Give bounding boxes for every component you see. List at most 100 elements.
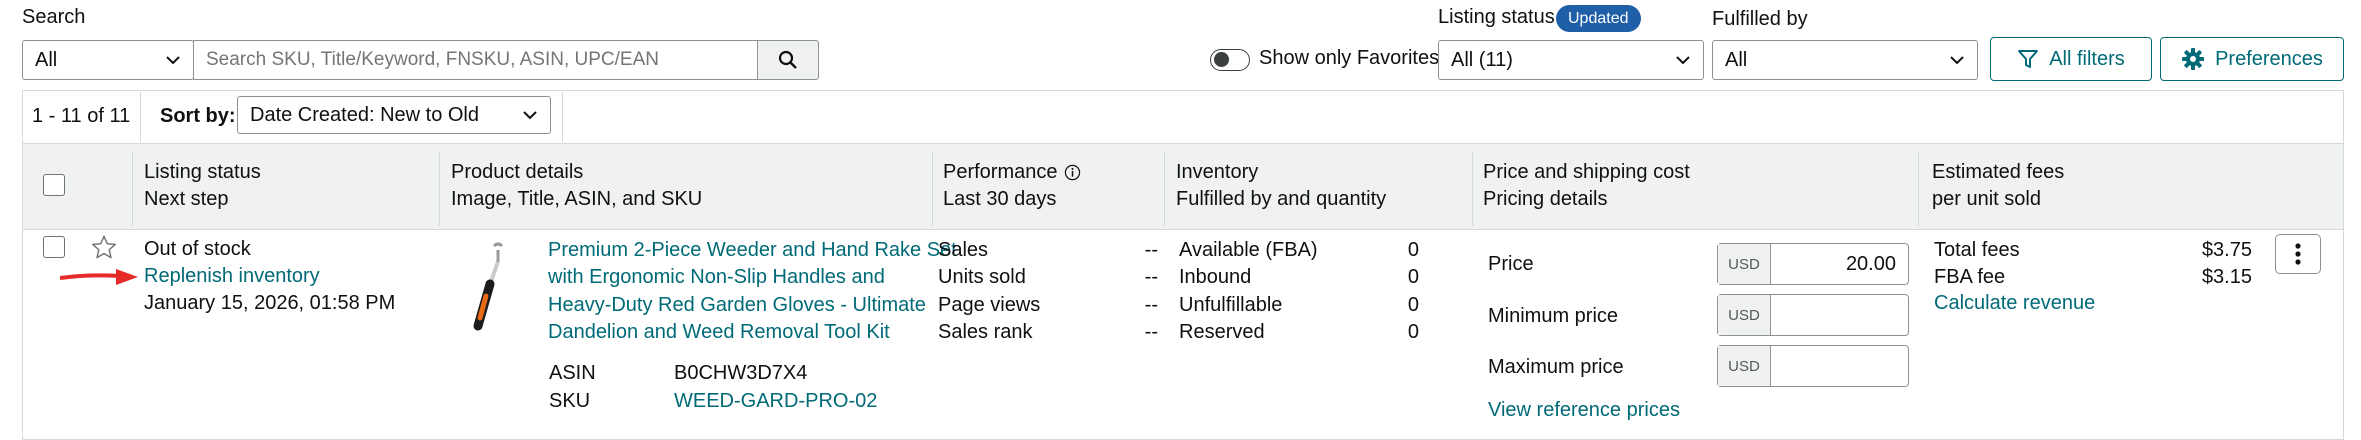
sort-label: Sort by: <box>160 105 236 127</box>
calculate-revenue-link[interactable]: Calculate revenue <box>1934 292 2095 315</box>
title-line: Dandelion and Weed Removal Tool Kit <box>548 320 890 343</box>
asin-label: ASIN <box>549 362 596 384</box>
inventory-value: 0 <box>1407 320 1419 343</box>
star-icon[interactable] <box>90 234 118 261</box>
filter-icon <box>2018 50 2039 68</box>
all-filters-label: All filters <box>2049 47 2125 70</box>
metric-label: Sales <box>938 239 989 261</box>
red-arrow-icon <box>60 269 138 285</box>
col-estimated-fees[interactable]: Estimated fees per unit sold <box>1932 159 2064 213</box>
all-filters-button[interactable]: All filters <box>1990 37 2152 81</box>
inventory-label: Inbound <box>1179 266 1252 289</box>
metric-label: Sales rank <box>938 320 1033 343</box>
col-title: Product details <box>451 161 584 183</box>
max-price-input[interactable]: USD <box>1717 345 1909 387</box>
row-date: January 15, 2026, 01:58 PM <box>144 292 396 314</box>
sort-select[interactable]: Date Created: New to Old <box>237 96 551 134</box>
metric-value: -- <box>1144 320 1158 343</box>
search-button[interactable] <box>757 40 819 80</box>
fulfilled-by-select[interactable]: All <box>1712 40 1978 80</box>
inventory-label: Unfulfillable <box>1179 293 1283 316</box>
fee-value: $3.75 <box>2201 239 2252 261</box>
row-checkbox[interactable] <box>43 236 65 258</box>
title-line: with Ergonomic Non-Slip Handles and <box>548 266 885 289</box>
sku-link[interactable]: WEED-GARD-PRO-02 <box>674 390 877 413</box>
inventory-value: 0 <box>1407 293 1419 316</box>
product-image[interactable] <box>468 240 512 336</box>
col-title: Inventory <box>1176 161 1259 183</box>
divider <box>932 152 933 226</box>
divider <box>439 152 440 226</box>
favorites-toggle[interactable] <box>1210 49 1250 71</box>
search-scope-value: All <box>35 48 58 71</box>
results-count: 1 - 11 of 11 <box>32 105 131 127</box>
fee-label: Total fees <box>1934 239 2020 261</box>
min-price-value <box>1771 295 1908 335</box>
col-subtitle: Pricing details <box>1483 188 1608 210</box>
metric-label: Page views <box>938 293 1041 316</box>
divider <box>140 92 141 142</box>
col-title: Price and shipping cost <box>1483 161 1690 183</box>
col-product-details[interactable]: Product details Image, Title, ASIN, and … <box>451 159 702 213</box>
divider <box>1918 152 1919 226</box>
min-price-input[interactable]: USD <box>1717 294 1909 336</box>
col-inventory[interactable]: Inventory Fulfilled by and quantity <box>1176 159 1386 213</box>
metric-value: -- <box>1144 266 1158 289</box>
fee-label: FBA fee <box>1934 266 2006 289</box>
chevron-down-icon <box>166 56 180 65</box>
search-label: Search <box>22 6 86 28</box>
col-title: Performance <box>943 161 1058 183</box>
metric-label: Units sold <box>938 266 1026 289</box>
divider <box>562 92 563 142</box>
fees-list: Total fees $3.75 FBA fee $3.15 <box>1934 237 2252 292</box>
divider <box>132 152 133 226</box>
listing-status-label: Listing status <box>1438 6 1555 28</box>
asin-value: B0CHW3D7X4 <box>674 362 808 384</box>
fee-value: $3.15 <box>2201 266 2252 289</box>
chevron-down-icon <box>1676 56 1690 65</box>
listing-status-value: All (11) <box>1451 48 1513 71</box>
sku-label: SKU <box>549 390 591 412</box>
product-title-link[interactable]: Premium 2-Piece Weeder and Hand Rake Set… <box>548 237 957 346</box>
search-scope-select[interactable]: All <box>22 40 194 80</box>
inventory-value: 0 <box>1407 266 1419 289</box>
preferences-button[interactable]: Preferences <box>2160 37 2344 81</box>
currency-label: USD <box>1718 346 1771 386</box>
updated-badge: Updated <box>1556 5 1641 32</box>
col-listing-status[interactable]: Listing status Next step <box>144 159 261 213</box>
title-line: Premium 2-Piece Weeder and Hand Rake Set <box>548 239 957 261</box>
price-input[interactable]: USD 20.00 <box>1717 243 1909 285</box>
currency-label: USD <box>1718 244 1771 284</box>
title-line: Heavy-Duty Red Garden Gloves - Ultimate <box>548 293 926 316</box>
view-reference-prices-link[interactable]: View reference prices <box>1488 399 1680 422</box>
currency-label: USD <box>1718 295 1771 335</box>
favorites-label: Show only Favorites <box>1259 47 1440 69</box>
performance-list: Sales -- Units sold -- Page views -- Sales … <box>938 237 1158 346</box>
divider <box>1472 152 1473 226</box>
min-price-label: Minimum price <box>1488 305 1619 327</box>
replenish-inventory-link[interactable]: Replenish inventory <box>144 265 320 288</box>
col-subtitle: Next step <box>144 188 229 210</box>
metric-value: -- <box>1144 239 1158 261</box>
row-actions-button[interactable] <box>2275 234 2321 274</box>
col-subtitle: per unit sold <box>1932 188 2041 210</box>
gear-icon <box>2182 48 2205 70</box>
col-subtitle: Last 30 days <box>943 188 1057 210</box>
inventory-label: Reserved <box>1179 320 1265 343</box>
chevron-down-icon <box>1950 56 1964 65</box>
preferences-label: Preferences <box>2215 47 2323 70</box>
fulfilled-by-label: Fulfilled by <box>1712 8 1808 30</box>
toggle-knob <box>1214 52 1229 67</box>
chevron-down-icon <box>523 111 537 120</box>
select-all-checkbox[interactable] <box>43 174 65 196</box>
row-status: Out of stock <box>144 238 251 260</box>
col-price[interactable]: Price and shipping cost Pricing details <box>1483 159 1690 213</box>
fulfilled-by-value: All <box>1725 48 1748 71</box>
search-input[interactable] <box>193 40 758 80</box>
col-performance[interactable]: Performance Last 30 days <box>943 159 1081 213</box>
price-label: Price <box>1488 253 1534 275</box>
col-title: Estimated fees <box>1932 161 2065 183</box>
info-icon[interactable] <box>1064 164 1081 181</box>
listing-status-select[interactable]: All (11) <box>1438 40 1704 80</box>
inventory-list: Available (FBA) 0 Inbound 0 Unfulfillable 0… <box>1179 237 1419 346</box>
